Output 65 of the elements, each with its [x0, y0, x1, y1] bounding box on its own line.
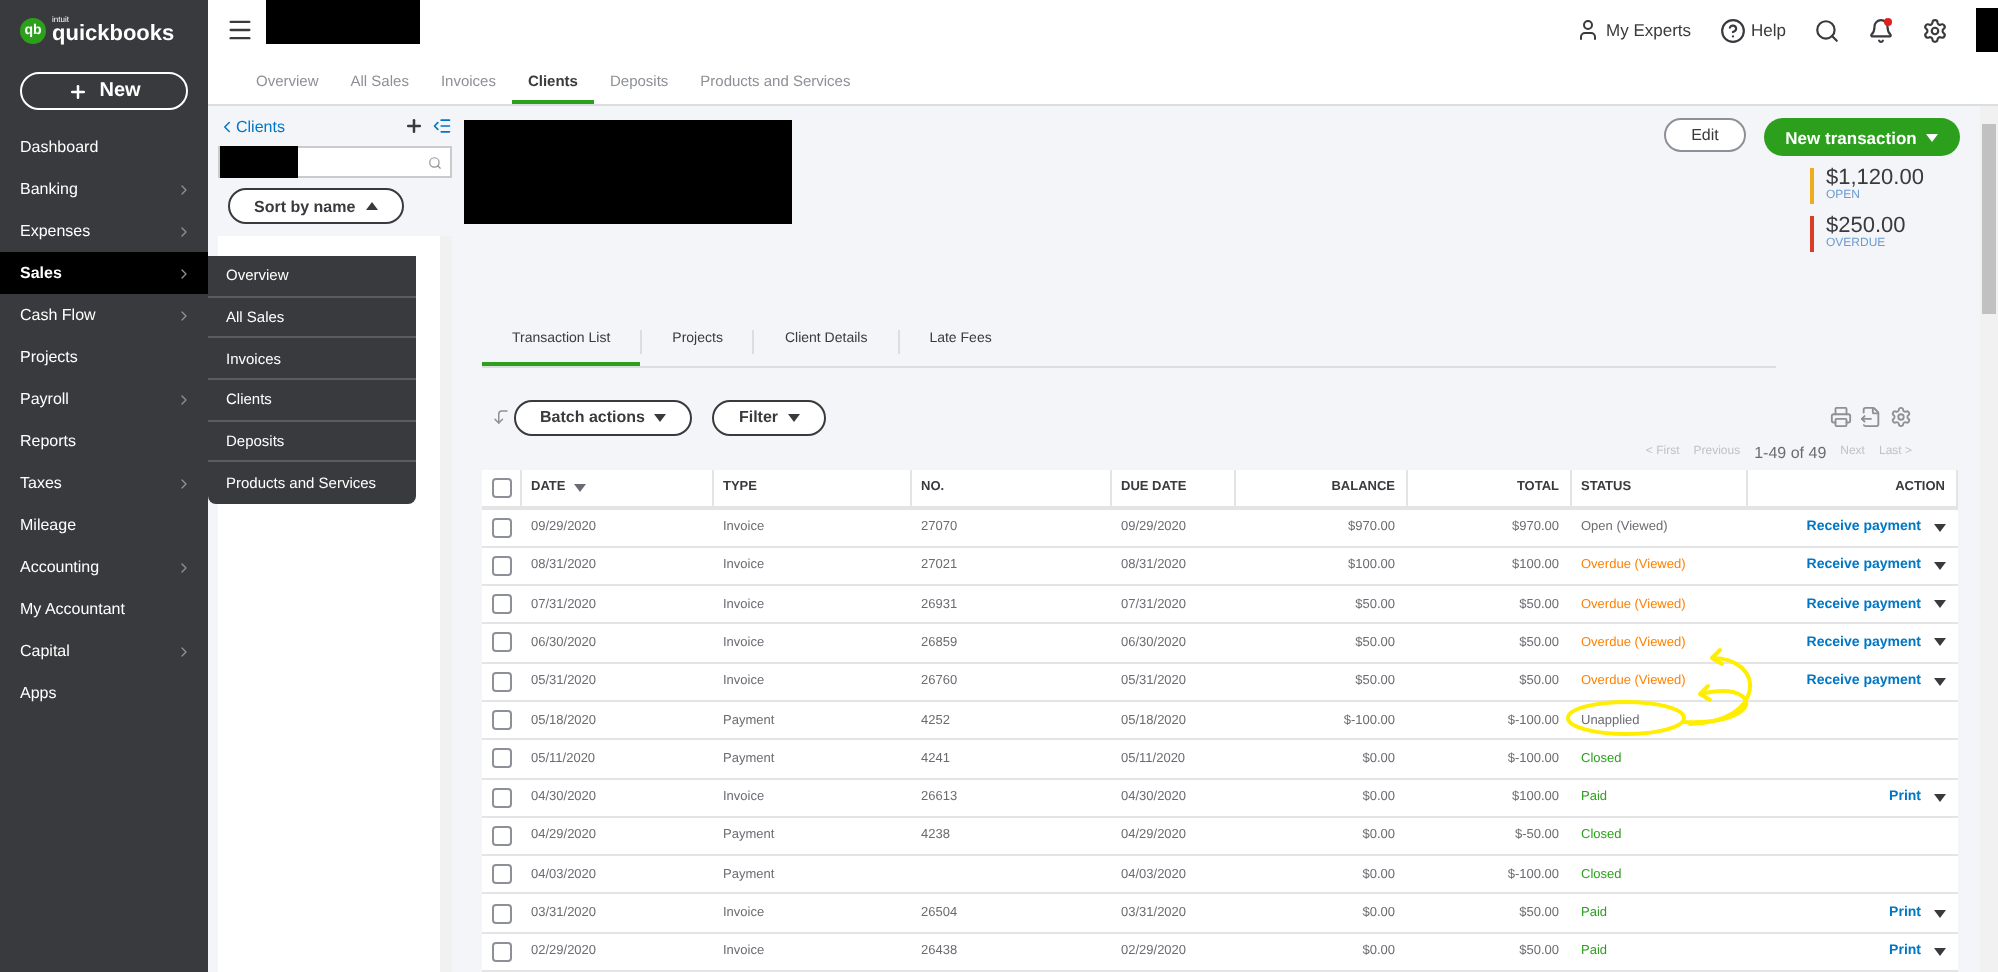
checkbox[interactable]	[492, 864, 512, 885]
sidebar-item[interactable]: Taxes	[0, 462, 208, 504]
checkbox[interactable]	[492, 825, 512, 846]
checkbox[interactable]	[492, 477, 512, 498]
plus-icon	[67, 81, 88, 101]
dropdown-caret-icon[interactable]	[1933, 600, 1945, 609]
dropdown-caret-icon[interactable]	[1933, 561, 1945, 570]
logo-text: quickbooks	[52, 23, 175, 45]
search-icon	[428, 155, 442, 169]
help-icon	[1719, 17, 1746, 43]
redacted-block	[1976, 8, 1998, 52]
dropdown-caret-icon[interactable]	[1933, 909, 1945, 918]
redacted-block	[220, 146, 298, 178]
checkbox[interactable]	[492, 903, 512, 924]
sort-button[interactable]: Sort by name	[228, 188, 404, 224]
checkbox[interactable]	[492, 787, 512, 808]
scrollbar[interactable]	[1980, 106, 1998, 972]
sidebar-item[interactable]: Mileage	[0, 504, 208, 546]
sidebar-item[interactable]: Reports	[0, 420, 208, 462]
sidebar-item[interactable]: Banking	[0, 168, 208, 210]
sidebar-item[interactable]: Accounting	[0, 546, 208, 588]
search-field[interactable]	[218, 146, 452, 178]
plus-icon[interactable]	[404, 116, 424, 136]
sidebar-item[interactable]: Sales	[0, 252, 208, 294]
menu-icon[interactable]	[226, 16, 254, 44]
dropdown-caret-icon[interactable]	[1933, 523, 1945, 532]
checkbox[interactable]	[492, 941, 512, 962]
sidebar-item[interactable]: Projects	[0, 336, 208, 378]
sidebar-item[interactable]: Dashboard	[0, 126, 208, 168]
sidebar-item[interactable]: My Accountant	[0, 588, 208, 630]
dropdown-caret-icon[interactable]	[1933, 638, 1945, 647]
dropdown-caret-icon[interactable]	[1933, 793, 1945, 802]
checkbox[interactable]	[492, 594, 512, 615]
search-icon[interactable]	[1814, 17, 1840, 43]
dropdown-caret-icon[interactable]	[1933, 677, 1945, 686]
page-range: 1-49 of 49	[1754, 443, 1827, 462]
checkbox[interactable]	[492, 671, 512, 692]
settings-icon[interactable]	[1922, 17, 1948, 43]
back-link[interactable]: Clients	[218, 117, 285, 135]
new-button[interactable]: New	[20, 72, 188, 110]
sidebar-item[interactable]: Apps	[0, 672, 208, 714]
chevron-icon	[218, 117, 236, 135]
print-icon[interactable]	[1830, 406, 1852, 429]
experts-link[interactable]: My Experts	[1576, 18, 1692, 42]
checkbox[interactable]	[492, 710, 512, 731]
batch-actions-button[interactable]: Batch actions	[514, 399, 693, 436]
sidebar-item[interactable]: Capital	[0, 630, 208, 672]
bell-icon[interactable]	[1868, 17, 1894, 43]
collapse-icon[interactable]	[432, 116, 452, 136]
dropdown-caret-icon[interactable]	[1933, 947, 1945, 956]
export-icon[interactable]	[1860, 406, 1882, 429]
checkbox[interactable]	[492, 555, 512, 576]
person-icon	[1576, 18, 1600, 42]
help-link[interactable]: Help	[1719, 17, 1786, 43]
checkbox[interactable]	[492, 632, 512, 653]
checkbox[interactable]	[492, 517, 512, 538]
sidebar-item[interactable]: Expenses	[0, 210, 208, 252]
checkbox[interactable]	[492, 748, 512, 769]
edit-button[interactable]: Edit	[1664, 118, 1746, 152]
filter-button[interactable]: Filter	[712, 399, 827, 436]
sidebar-item[interactable]: Cash Flow	[0, 294, 208, 336]
amount-text: $1,120.00	[1826, 168, 1924, 190]
sort-icon[interactable]	[492, 408, 510, 427]
sidebar-item[interactable]: Payroll	[0, 378, 208, 420]
amount-text: $250.00	[1826, 216, 1906, 238]
